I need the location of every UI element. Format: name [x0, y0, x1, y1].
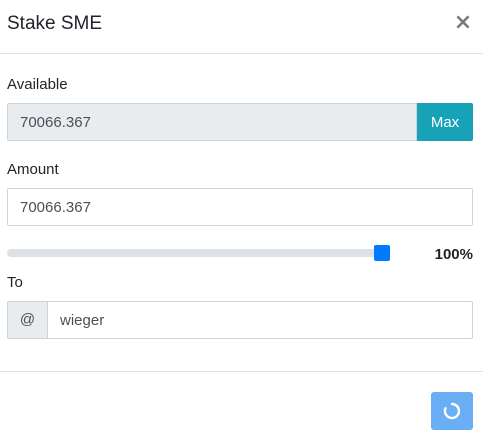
at-prefix: @ — [7, 301, 48, 339]
modal-header: Stake SME × — [0, 0, 483, 54]
spinner-icon — [443, 402, 461, 420]
amount-input[interactable] — [7, 188, 473, 226]
available-field[interactable] — [7, 103, 417, 141]
slider-percent: 100% — [434, 246, 473, 263]
modal-footer — [0, 371, 483, 435]
modal-title: Stake SME — [7, 13, 103, 34]
close-icon[interactable]: × — [453, 10, 473, 36]
amount-slider-track[interactable] — [7, 249, 390, 257]
amount-slider-thumb[interactable] — [374, 245, 390, 261]
max-button[interactable]: Max — [417, 103, 473, 141]
available-label: Available — [7, 76, 68, 93]
recipient-input[interactable] — [47, 301, 473, 339]
stake-modal: Stake SME × Available Max Amount 100% To… — [0, 0, 483, 435]
amount-label: Amount — [7, 161, 59, 178]
to-label: To — [7, 274, 23, 291]
submit-button[interactable] — [431, 392, 473, 430]
